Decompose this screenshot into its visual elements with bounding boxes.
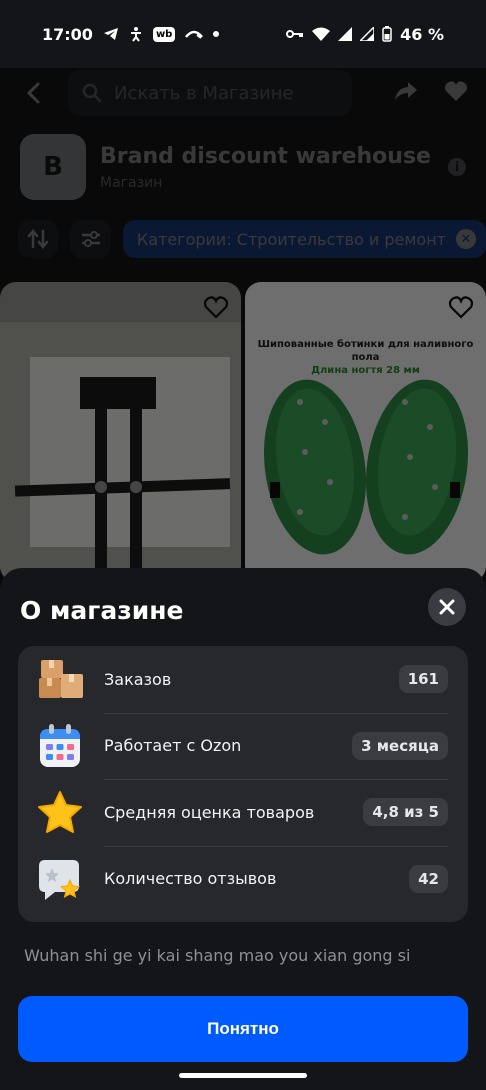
legal-entity-name: Wuhan shi ge yi kai shang mao you xian g…	[24, 946, 411, 965]
notification-dot-icon	[213, 31, 220, 37]
sliders-icon	[81, 231, 100, 247]
category-chip[interactable]: Категории: Строительство и ремонт ✕	[122, 220, 486, 258]
filter-bar: Категории: Строительство и ремонт ✕	[18, 218, 486, 260]
battery-level: 46 %	[400, 24, 444, 44]
close-icon	[439, 599, 455, 615]
filter-button[interactable]	[70, 220, 111, 258]
stat-reviews-count: Количество отзывов 42	[34, 845, 468, 913]
boxes-icon	[34, 653, 86, 705]
battery-icon	[382, 26, 392, 42]
review-icon	[34, 853, 86, 905]
key-icon	[286, 29, 304, 39]
telegram-icon	[103, 27, 119, 41]
product-grid: Шипованные ботинки для наливного пола Дл…	[0, 282, 486, 582]
wifi-icon	[312, 27, 331, 41]
search-icon	[82, 83, 102, 103]
sort-arrows-icon	[27, 229, 49, 249]
calendar-icon	[34, 720, 86, 772]
favorite-button[interactable]	[446, 292, 476, 322]
favorite-store-button[interactable]	[444, 80, 468, 106]
store-name: Brand discount warehouse	[100, 143, 431, 169]
stat-value: 42	[409, 864, 448, 893]
heart-icon	[445, 81, 467, 101]
stat-value: 4,8 из 5	[363, 798, 448, 827]
stat-working-since: Работает с Ozon 3 месяца	[34, 712, 468, 780]
stat-value: 161	[398, 665, 448, 694]
sheet-title: О магазине	[20, 596, 184, 625]
clear-category-icon[interactable]: ✕	[456, 229, 476, 249]
product-card[interactable]	[0, 282, 241, 582]
store-stats-card: Заказов 161 Работает с Ozon 3 месяца Сре…	[18, 646, 468, 922]
share-button[interactable]	[394, 80, 418, 106]
stat-orders: Заказов 161	[34, 646, 468, 713]
stat-label: Количество отзывов	[104, 869, 277, 889]
stat-average-rating: Средняя оценка товаров 4,8 из 5	[34, 779, 468, 846]
signal-icon	[338, 27, 353, 41]
product-card[interactable]: Шипованные ботинки для наливного пола Дл…	[245, 282, 486, 582]
heart-outline-icon	[448, 296, 474, 319]
clock: 17:00	[42, 24, 93, 44]
wb-app-icon: wb	[152, 26, 176, 42]
close-button[interactable]	[428, 588, 466, 626]
star-icon	[34, 786, 86, 838]
search-placeholder: Искать в Магазине	[114, 82, 294, 104]
heart-outline-icon	[203, 296, 229, 319]
store-header[interactable]: B Brand discount warehouse Магазин i	[20, 134, 466, 200]
category-chip-label: Категории: Строительство и ремонт	[136, 229, 446, 249]
status-bar: 17:00 wb 46 %	[0, 0, 486, 68]
accessibility-icon	[129, 26, 143, 42]
about-store-sheet: О магазине Заказов 161 Работает с Ozon 3…	[0, 568, 486, 1090]
search-input[interactable]: Искать в Магазине	[68, 70, 352, 116]
back-button[interactable]	[18, 78, 48, 108]
stat-label: Работает с Ozon	[104, 736, 242, 756]
share-icon	[395, 82, 417, 100]
store-logo: B	[20, 134, 86, 200]
stat-label: Заказов	[104, 669, 172, 689]
home-indicator[interactable]	[179, 1073, 307, 1078]
back-arrow-icon	[26, 82, 40, 104]
stat-value: 3 месяца	[352, 731, 448, 760]
store-type: Магазин	[100, 174, 163, 191]
product-image	[0, 322, 241, 582]
favorite-button[interactable]	[201, 292, 231, 322]
product-image	[263, 379, 469, 555]
sort-button[interactable]	[18, 220, 59, 258]
missed-call-icon	[185, 29, 204, 39]
top-bar: Искать в Магазине	[0, 68, 486, 118]
signal-2-icon	[360, 27, 375, 41]
info-icon[interactable]: i	[448, 158, 466, 176]
stat-label: Средняя оценка товаров	[104, 802, 315, 822]
understood-button[interactable]: Понятно	[18, 996, 468, 1062]
